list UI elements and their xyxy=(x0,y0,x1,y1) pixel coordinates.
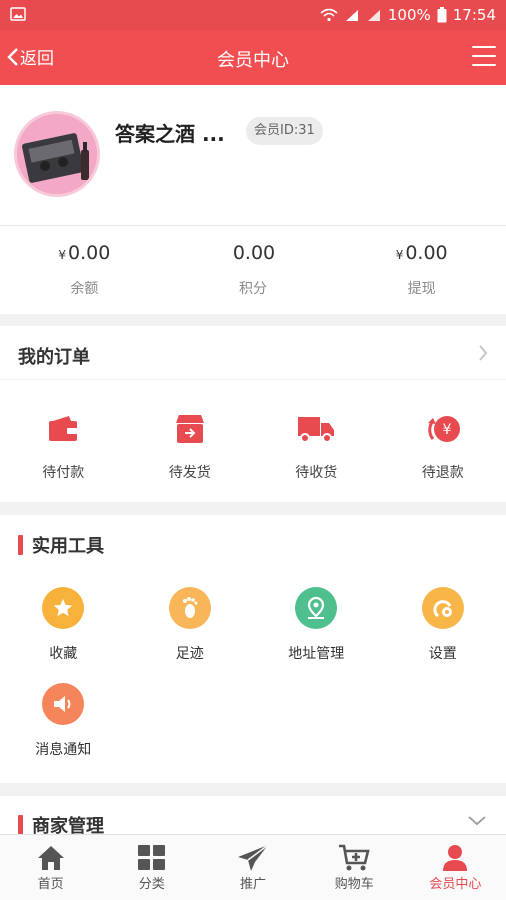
wallet-icon xyxy=(49,416,78,441)
order-pending-receipt[interactable]: 待收货 xyxy=(253,410,380,482)
tab-label: 分类 xyxy=(138,877,165,892)
chevron-down-icon[interactable] xyxy=(468,816,486,826)
section-title: 我的订单 xyxy=(18,347,90,368)
order-pending-payment[interactable]: 待付款 xyxy=(0,410,127,482)
tools-header: 实用工具 xyxy=(18,532,104,558)
points-item[interactable]: 0.00 积分 xyxy=(169,226,338,314)
tab-cart[interactable]: 购物车 xyxy=(304,835,405,900)
gallery-icon xyxy=(10,7,26,25)
grid-icon xyxy=(137,845,165,870)
order-pending-refund[interactable]: ¥ 待退款 xyxy=(380,410,506,482)
currency-symbol: ¥ xyxy=(395,248,404,262)
tab-member-center[interactable]: 会员中心 xyxy=(405,835,506,900)
tool-settings[interactable]: 设置 xyxy=(380,587,506,683)
order-pending-shipment[interactable]: 待发货 xyxy=(127,410,254,482)
tab-label: 推广 xyxy=(240,877,267,892)
top-nav-bar: 返回 会员中心 xyxy=(0,30,506,85)
user-icon xyxy=(443,845,468,871)
balance-summary: ¥0.00 余额 0.00 积分 ¥0.00 提现 xyxy=(0,226,506,314)
points-value: 0.00 xyxy=(232,242,276,264)
tool-label: 收藏 xyxy=(49,646,78,662)
username: 答案之酒 ... xyxy=(115,122,225,146)
order-label: 待发货 xyxy=(168,465,211,481)
tool-label: 消息通知 xyxy=(35,742,92,758)
points-label: 积分 xyxy=(239,281,267,297)
signal-icon xyxy=(367,10,380,21)
tab-label: 购物车 xyxy=(334,877,374,892)
status-bar: 100% 17:54 xyxy=(0,0,506,30)
battery-percent: 100% xyxy=(387,6,431,24)
tool-label: 地址管理 xyxy=(288,646,345,662)
my-orders-header[interactable]: 我的订单 xyxy=(0,326,506,380)
merchant-section[interactable]: 商家管理 xyxy=(0,796,506,836)
footprint-icon xyxy=(168,587,211,629)
withdraw-item[interactable]: ¥0.00 提现 xyxy=(337,226,506,314)
svg-text:¥: ¥ xyxy=(442,422,451,438)
home-icon xyxy=(37,846,64,870)
settings-icon xyxy=(421,587,464,629)
balance-label: 余额 xyxy=(70,281,99,297)
withdraw-value: 0.00 xyxy=(405,242,448,264)
tab-label: 会员中心 xyxy=(429,877,482,892)
withdraw-label: 提现 xyxy=(407,281,436,297)
merchant-header: 商家管理 xyxy=(18,812,104,836)
tool-label: 设置 xyxy=(428,646,457,662)
truck-icon xyxy=(298,417,335,443)
my-orders-section: 我的订单 待付款 待发货 待收货 ¥ 待退款 xyxy=(0,326,506,502)
tab-category[interactable]: 分类 xyxy=(101,835,202,900)
tools-section: 实用工具 收藏 足迹 地址管理 设置 消息通知 xyxy=(0,515,506,783)
location-icon xyxy=(295,587,338,629)
refund-icon: ¥ xyxy=(427,416,460,442)
menu-icon[interactable] xyxy=(472,46,496,68)
battery-icon xyxy=(437,7,447,23)
avatar[interactable] xyxy=(14,111,100,197)
tool-favorites[interactable]: 收藏 xyxy=(0,587,127,683)
tab-promotion[interactable]: 推广 xyxy=(202,835,303,900)
section-title: 实用工具 xyxy=(32,536,104,557)
wifi-icon xyxy=(320,8,338,22)
order-label: 待收货 xyxy=(295,465,338,481)
page-title: 会员中心 xyxy=(217,50,289,71)
currency-symbol: ¥ xyxy=(58,248,66,262)
order-label: 待退款 xyxy=(421,465,464,481)
chevron-right-icon xyxy=(479,345,488,361)
profile-card: 答案之酒 ... 会员ID:31 xyxy=(0,85,506,226)
tab-home[interactable]: 首页 xyxy=(0,835,101,900)
balance-item[interactable]: ¥0.00 余额 xyxy=(0,226,169,314)
speaker-icon xyxy=(42,683,85,725)
tool-notifications[interactable]: 消息通知 xyxy=(0,683,127,779)
member-id-badge: 会员ID:31 xyxy=(246,117,323,145)
clock-time: 17:54 xyxy=(452,6,496,24)
star-icon xyxy=(42,587,85,629)
paper-plane-icon xyxy=(238,844,269,871)
tool-footprints[interactable]: 足迹 xyxy=(127,587,254,683)
cart-icon xyxy=(339,844,370,871)
tab-label: 首页 xyxy=(37,877,64,892)
balance-value: 0.00 xyxy=(68,242,111,264)
order-label: 待付款 xyxy=(42,465,85,481)
tool-label: 足迹 xyxy=(175,646,204,662)
tool-address[interactable]: 地址管理 xyxy=(253,587,380,683)
signal-icon xyxy=(345,10,358,21)
bottom-tab-bar: 首页 分类 推广 购物车 会员中心 xyxy=(0,834,506,900)
section-accent-bar xyxy=(18,535,23,555)
section-title: 商家管理 xyxy=(32,816,104,836)
box-icon xyxy=(175,415,204,443)
section-accent-bar xyxy=(18,815,23,835)
